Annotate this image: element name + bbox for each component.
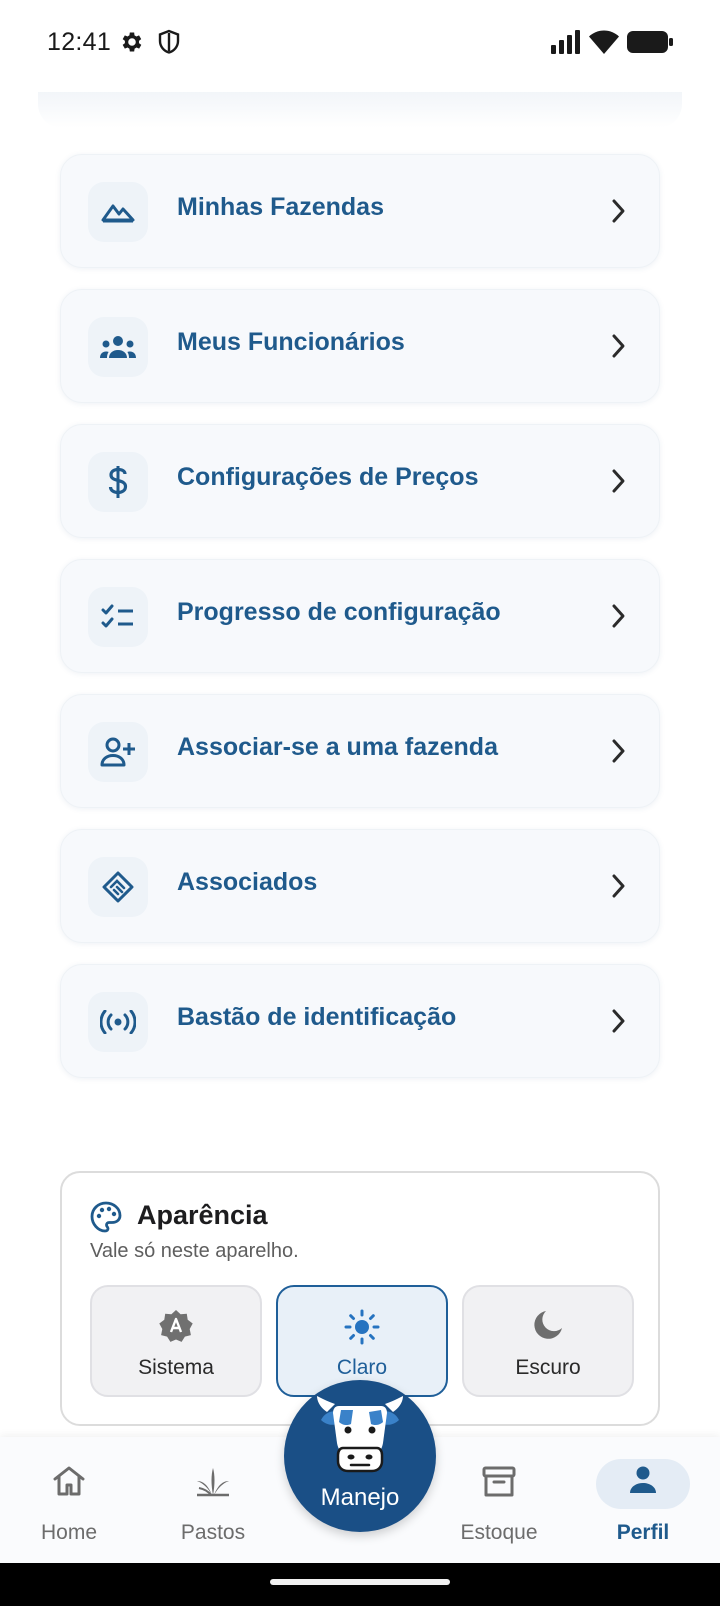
menu-item-minhas-fazendas[interactable]: Minhas Fazendas [60,154,660,268]
menu-item-label: Bastão de identificação [177,1003,457,1031]
nav-label: Pastos [180,1521,246,1544]
system-navigation-bar [0,1563,720,1606]
chevron-right-icon [611,603,627,634]
theme-option-sistema[interactable]: Sistema [90,1285,262,1397]
moon-icon [532,1309,564,1346]
nav-label: Home [40,1521,98,1544]
theme-option-label: Sistema [138,1356,214,1379]
nav-label: Perfil [616,1521,670,1544]
signal-icon [551,30,581,59]
appearance-title: Aparência [137,1200,268,1230]
checklist-icon [88,587,148,647]
status-bar: 12:41 [0,0,720,90]
nav-item-home[interactable]: Home [9,1437,129,1563]
menu-item-associar-se-a-uma-fazenda[interactable]: Associar-se a uma fazenda [60,694,660,808]
menu-item-label: Minhas Fazendas [177,193,384,221]
nav-item-estoque[interactable]: Estoque [439,1437,559,1563]
person-add-icon [88,722,148,782]
nav-item-pastos[interactable]: Pastos [153,1437,273,1563]
menu-item-progresso-de-configuracao[interactable]: Progresso de configuração [60,559,660,673]
menu-item-bastao-de-identificacao[interactable]: Bastão de identificação [60,964,660,1078]
manejo-fab-button[interactable]: Manejo [284,1380,436,1532]
wifi-icon [589,30,619,59]
shield-icon [157,29,181,60]
fab-label: Manejo [320,1484,400,1511]
cow-head-icon [315,1390,405,1483]
chevron-right-icon [611,468,627,499]
group-icon [88,317,148,377]
archive-box-icon [482,1465,516,1504]
chevron-right-icon [611,738,627,769]
auto-theme-icon [159,1309,193,1348]
menu-item-label: Associar-se a uma fazenda [177,733,498,761]
theme-option-label: Claro [336,1356,388,1379]
menu-item-label: Progresso de configuração [177,598,501,626]
status-time: 12:41 [47,28,112,56]
theme-option-label: Escuro [515,1356,581,1379]
farm-hills-icon [88,182,148,242]
palette-icon [90,1201,122,1238]
battery-icon [627,31,673,58]
nav-item-perfil[interactable]: Perfil [583,1437,703,1563]
chevron-right-icon [611,333,627,364]
nav-label: Estoque [460,1521,538,1544]
dollar-icon [88,452,148,512]
theme-option-escuro[interactable]: Escuro [462,1285,634,1397]
person-icon [628,1465,658,1500]
appearance-subtitle: Vale só neste aparelho. [90,1240,299,1262]
home-icon [52,1465,86,1502]
menu-item-associados[interactable]: Associados [60,829,660,943]
grass-icon [195,1465,231,1502]
chevron-right-icon [611,873,627,904]
menu-item-meus-funcionarios[interactable]: Meus Funcionários [60,289,660,403]
handshake-icon [88,857,148,917]
home-indicator[interactable] [270,1579,450,1585]
chevron-right-icon [611,198,627,229]
scroll-shadow [38,92,682,128]
menu-item-label: Associados [177,868,318,896]
menu-item-configuracoes-de-precos[interactable]: Configurações de Preços [60,424,660,538]
signal-broadcast-icon [88,992,148,1052]
gear-icon [119,29,145,60]
menu-item-label: Configurações de Preços [177,463,479,491]
sun-icon [344,1309,380,1350]
chevron-right-icon [611,1008,627,1039]
menu-item-label: Meus Funcionários [177,328,405,356]
